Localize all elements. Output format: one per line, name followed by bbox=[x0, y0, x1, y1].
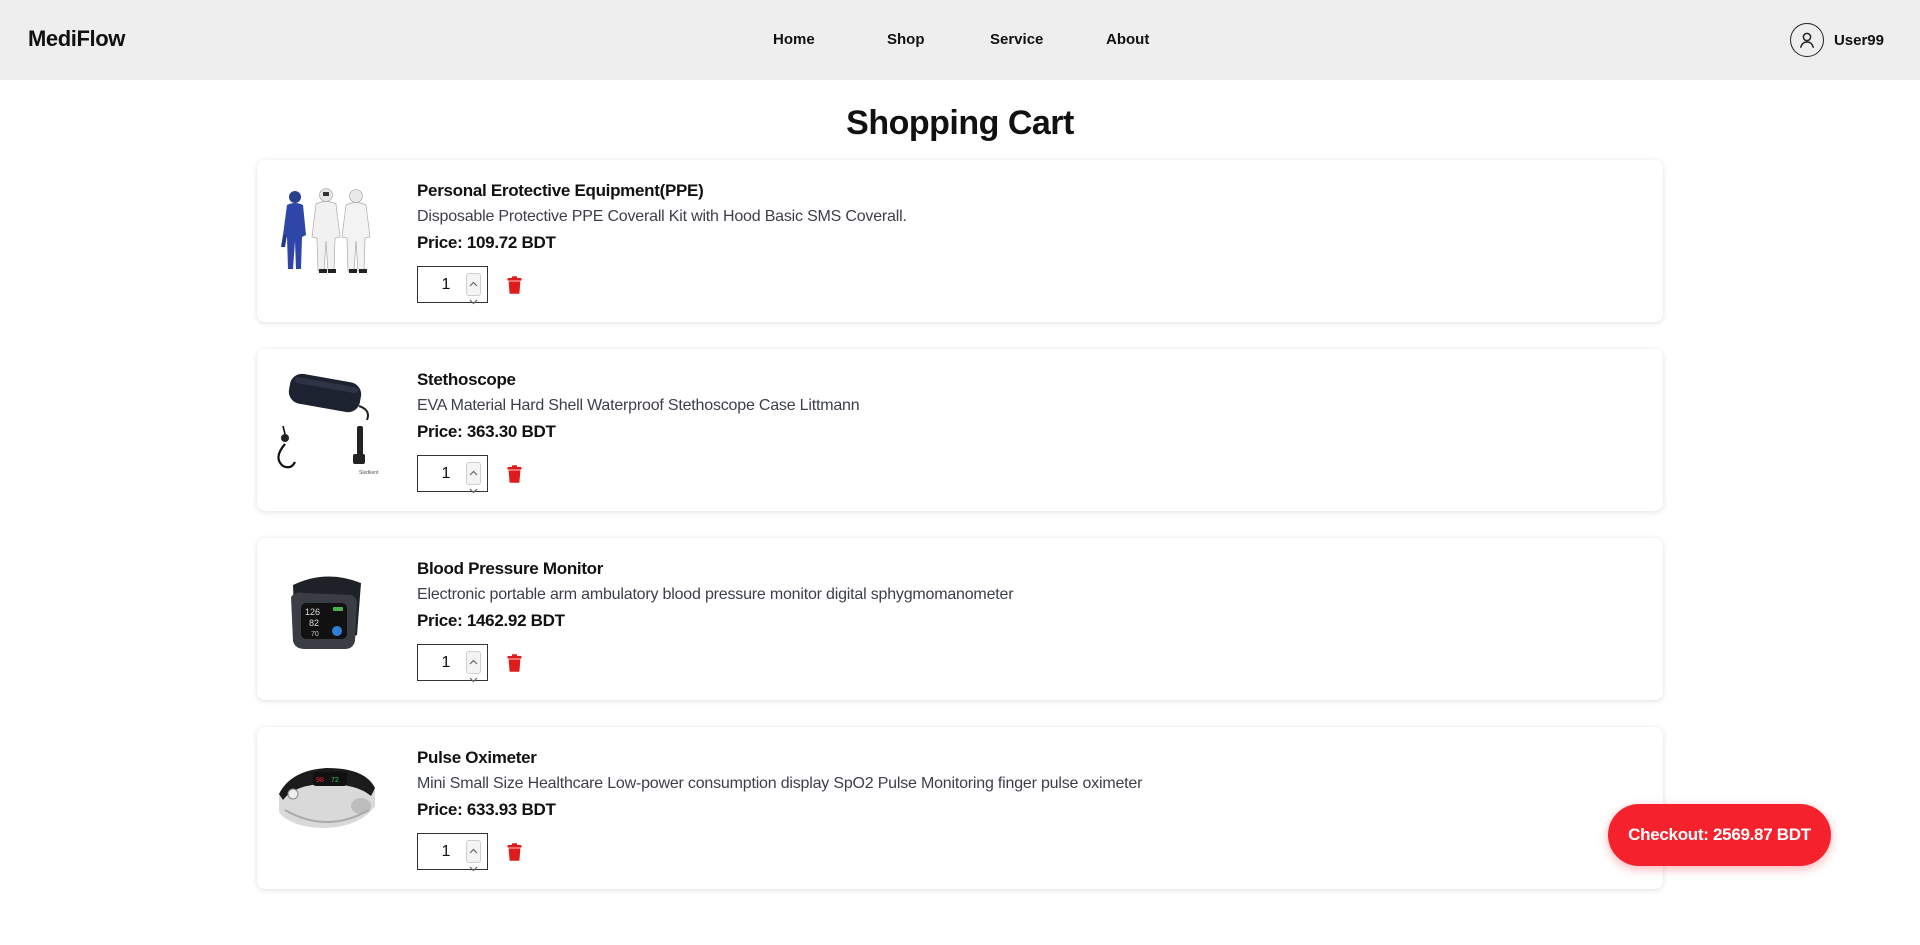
item-info: Blood Pressure Monitor Electronic portab… bbox=[417, 558, 1014, 683]
trash-icon[interactable] bbox=[507, 464, 522, 483]
quantity-input[interactable] bbox=[418, 456, 466, 491]
checkout-button[interactable]: Checkout: 2569.87 BDT bbox=[1608, 804, 1831, 866]
cart-item: Sledkent Stethoscope EVA Material Hard S… bbox=[257, 349, 1663, 511]
svg-text:70: 70 bbox=[311, 631, 319, 638]
main-nav: Home Shop Service About bbox=[0, 31, 1920, 51]
item-info: Stethoscope EVA Material Hard Shell Wate… bbox=[417, 369, 860, 494]
svg-text:Sledkent: Sledkent bbox=[359, 470, 379, 476]
blood-pressure-monitor-image[interactable]: 126 82 70 bbox=[271, 555, 381, 665]
nav-service-link[interactable]: Service bbox=[990, 31, 1043, 48]
item-controls bbox=[417, 644, 1013, 683]
chevron-down-icon[interactable] bbox=[469, 481, 478, 499]
quantity-stepper[interactable] bbox=[417, 266, 488, 305]
nav-about-link[interactable]: About bbox=[1106, 31, 1149, 48]
quantity-stepper[interactable] bbox=[417, 455, 488, 494]
nav-shop-link[interactable]: Shop bbox=[887, 31, 925, 48]
item-price: Price: 363.30 BDT bbox=[417, 422, 556, 441]
item-description: Disposable Protective PPE Coverall Kit w… bbox=[417, 208, 907, 225]
user-menu[interactable]: User99 bbox=[1789, 23, 1884, 57]
top-navbar: MediFlow Home Shop Service About User99 bbox=[0, 0, 1920, 80]
quantity-input[interactable] bbox=[418, 834, 466, 869]
stepper-arrows[interactable] bbox=[466, 273, 481, 305]
item-description: Electronic portable arm ambulatory blood… bbox=[417, 586, 1014, 603]
item-price: Price: 633.93 BDT bbox=[417, 800, 556, 819]
page-title: Shopping Cart bbox=[846, 104, 1074, 142]
stepper-arrows[interactable] bbox=[466, 840, 481, 872]
item-price: Price: 109.72 BDT bbox=[417, 233, 556, 252]
item-description: EVA Material Hard Shell Waterproof Steth… bbox=[417, 397, 860, 414]
user-icon bbox=[1789, 23, 1824, 57]
chevron-down-icon[interactable] bbox=[469, 670, 478, 688]
item-info: Personal Erotective Equipment(PPE) Dispo… bbox=[417, 180, 907, 305]
chevron-down-icon[interactable] bbox=[469, 859, 478, 877]
item-info: Pulse Oximeter Mini Small Size Healthcar… bbox=[417, 747, 1143, 872]
cart-item: 126 82 70 Blood Pressure Monitor Electro… bbox=[257, 538, 1663, 700]
quantity-input[interactable] bbox=[418, 267, 466, 302]
trash-icon[interactable] bbox=[507, 842, 522, 861]
svg-text:126: 126 bbox=[305, 607, 320, 617]
svg-text:72: 72 bbox=[331, 777, 339, 784]
ppe-coverall-image[interactable] bbox=[271, 177, 381, 287]
stethoscope-image[interactable]: Sledkent bbox=[271, 366, 381, 476]
quantity-stepper[interactable] bbox=[417, 833, 488, 872]
chevron-up-icon[interactable] bbox=[469, 463, 478, 481]
cart-item: 98 72 Pulse Oximeter Mini Small Size Hea… bbox=[257, 727, 1663, 889]
stepper-arrows[interactable] bbox=[466, 462, 481, 494]
svg-text:82: 82 bbox=[309, 618, 319, 628]
item-controls bbox=[417, 455, 859, 494]
quantity-stepper[interactable] bbox=[417, 644, 488, 683]
item-controls bbox=[417, 266, 907, 305]
chevron-down-icon[interactable] bbox=[469, 292, 478, 310]
item-name[interactable]: Personal Erotective Equipment(PPE) bbox=[417, 180, 907, 202]
pulse-oximeter-image[interactable]: 98 72 bbox=[271, 744, 381, 854]
item-price: Price: 1462.92 BDT bbox=[417, 611, 565, 630]
item-description: Mini Small Size Healthcare Low-power con… bbox=[417, 775, 1143, 792]
chevron-up-icon[interactable] bbox=[469, 841, 478, 859]
nav-home-link[interactable]: Home bbox=[773, 31, 815, 48]
item-controls bbox=[417, 833, 1142, 872]
chevron-up-icon[interactable] bbox=[469, 274, 478, 292]
username: User99 bbox=[1833, 31, 1884, 49]
item-name[interactable]: Stethoscope bbox=[417, 369, 859, 391]
item-name[interactable]: Pulse Oximeter bbox=[417, 747, 1142, 769]
trash-icon[interactable] bbox=[507, 653, 522, 672]
chevron-up-icon[interactable] bbox=[469, 652, 478, 670]
trash-icon[interactable] bbox=[507, 275, 522, 294]
stepper-arrows[interactable] bbox=[466, 651, 481, 683]
quantity-input[interactable] bbox=[418, 645, 466, 680]
svg-text:98: 98 bbox=[316, 777, 324, 784]
cart-item: Personal Erotective Equipment(PPE) Dispo… bbox=[257, 160, 1663, 322]
item-name[interactable]: Blood Pressure Monitor bbox=[417, 558, 1013, 580]
cart-list: Personal Erotective Equipment(PPE) Dispo… bbox=[257, 160, 1663, 916]
